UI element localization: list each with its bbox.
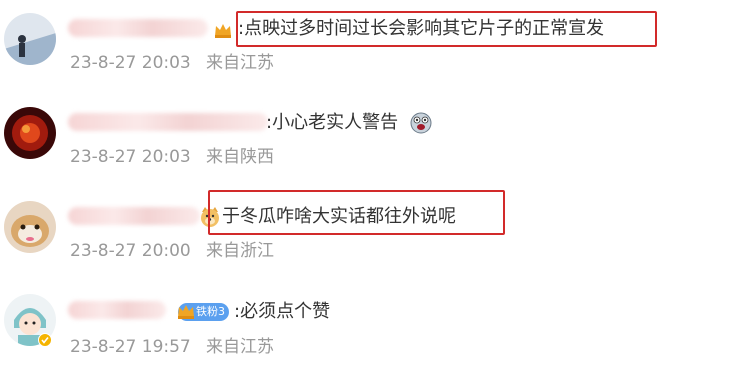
avatar[interactable] bbox=[4, 13, 56, 65]
avatar[interactable] bbox=[4, 201, 56, 253]
comment-location: 来自江苏 bbox=[206, 53, 274, 73]
comment-time: 23-8-27 19:57 bbox=[70, 337, 191, 357]
avatar-image bbox=[4, 107, 56, 159]
username-blurred[interactable] bbox=[68, 207, 200, 225]
grimace-emoji-icon bbox=[410, 112, 432, 134]
comment-item: 铁粉3 :必须点个赞 23-8-27 19:57 来自江苏 bbox=[0, 283, 729, 373]
username-blurred[interactable] bbox=[68, 19, 208, 37]
fan-level-badge: 铁粉3 bbox=[178, 303, 229, 321]
comment-time: 23-8-27 20:03 bbox=[70, 53, 191, 73]
comment-item: 于冬瓜咋啥大实话都往外说呢 23-8-27 20:00 来自浙江 bbox=[0, 187, 729, 277]
username-blurred[interactable] bbox=[68, 301, 166, 319]
comment-time: 23-8-27 20:03 bbox=[70, 147, 191, 167]
crown-badge-icon bbox=[215, 24, 231, 38]
comment-text: 于冬瓜咋啥大实话都往外说呢 bbox=[222, 206, 456, 227]
verified-icon bbox=[38, 333, 52, 347]
comment-text: :小心老实人警告 bbox=[266, 112, 399, 133]
comment-time: 23-8-27 20:00 bbox=[70, 241, 191, 261]
comment-item: :点映过多时间过长会影响其它片子的正常宣发 23-8-27 20:03 来自江苏 bbox=[0, 0, 729, 90]
avatar-image bbox=[4, 201, 56, 253]
fan-badge-label: 铁粉3 bbox=[196, 305, 225, 318]
username-blurred[interactable] bbox=[68, 113, 268, 131]
comment-text: :点映过多时间过长会影响其它片子的正常宣发 bbox=[238, 18, 605, 39]
avatar-image bbox=[4, 13, 56, 65]
comment-location: 来自江苏 bbox=[206, 337, 274, 357]
avatar[interactable] bbox=[4, 107, 56, 159]
comment-text: :必须点个赞 bbox=[234, 301, 331, 322]
fan-crown-icon bbox=[178, 305, 194, 319]
comment-item: :小心老实人警告 23-8-27 20:03 来自陕西 bbox=[0, 94, 729, 184]
comment-location: 来自陕西 bbox=[206, 147, 274, 167]
comment-location: 来自浙江 bbox=[206, 241, 274, 261]
